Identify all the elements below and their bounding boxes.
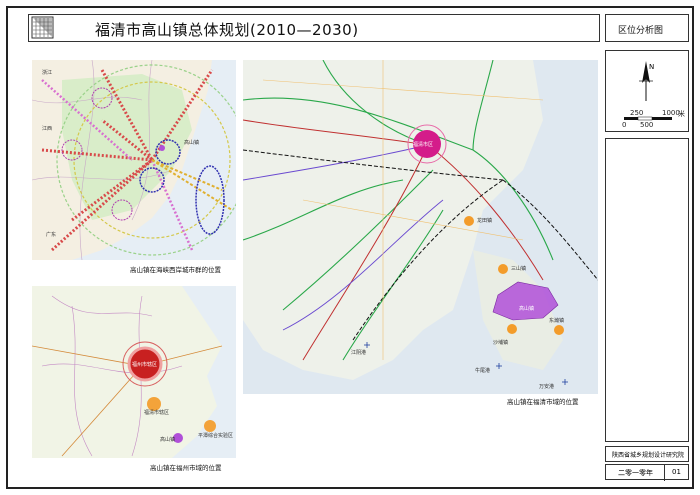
region-label-2: 广东 — [46, 231, 56, 238]
fuqing-city-label: 福清市区 — [413, 141, 433, 148]
fuzhou-target-label: 高山镇 — [160, 436, 175, 443]
legend-cell — [605, 138, 689, 442]
map-fuqing: 福清市区 高山镇 龙田镇 三山镇 沙埔镇 东瀚镇 江阴港 牛尾港 万安港 — [243, 60, 598, 394]
fuzhou-map-graphic: 福州市辖区 福清市辖区 高山镇 平潭综合实验区 — [32, 286, 233, 458]
sheet-title-cell: 区位分析图 — [605, 14, 689, 42]
date-text: 二零一零年 — [618, 469, 653, 477]
caption-map2: 高山镇在福州市域的位置 — [150, 464, 222, 472]
region-label-1: 江西 — [42, 125, 52, 132]
scale-tick-0: 0 — [622, 121, 627, 129]
side-panel: 区位分析图 N 0 250 500 1000 米 陕西省城乡规划设计研究院 二零… — [605, 14, 689, 484]
sheet-number: 01 — [672, 468, 681, 476]
institute-cell: 陕西省城乡规划设计研究院 — [605, 446, 689, 462]
port-label-2: 万安港 — [539, 383, 554, 390]
logo-icon — [31, 16, 54, 39]
port-label-1: 牛尾港 — [475, 367, 490, 374]
fuqing-map-graphic: 福清市区 高山镇 龙田镇 三山镇 沙埔镇 东瀚镇 江阴港 牛尾港 万安港 — [243, 60, 598, 390]
fuqing-label: 福清市辖区 — [144, 409, 169, 416]
date-cell: 二零一零年 01 — [605, 464, 689, 481]
sheet-title: 区位分析图 — [618, 26, 664, 36]
map-fuzhou: 福州市辖区 福清市辖区 高山镇 平潭综合实验区 — [32, 286, 236, 458]
fuzhou-city-label: 福州市辖区 — [132, 361, 157, 368]
scale-tick-250: 250 — [630, 109, 644, 117]
caption-map1: 高山镇在海峡西岸城市群的位置 — [130, 266, 221, 274]
scale-unit: 米 — [678, 110, 685, 118]
port-label-0: 江阴港 — [351, 349, 366, 356]
north-scale-cell: N 0 250 500 1000 米 — [605, 50, 689, 132]
town-label-2: 沙埔镇 — [493, 339, 508, 346]
map-regional: 高山镇 浙江 江西 广东 — [32, 60, 236, 260]
caption-map3: 高山镇在福清市域的位置 — [507, 398, 579, 406]
town-label-0: 龙田镇 — [477, 217, 492, 224]
target-town-label: 高山镇 — [519, 305, 534, 312]
regional-target-label: 高山镇 — [184, 139, 199, 146]
pingtan-label: 平潭综合实验区 — [198, 432, 233, 439]
scale-tick-500: 500 — [640, 121, 654, 129]
town-label-3: 东瀚镇 — [549, 317, 564, 324]
regional-map-graphic: 高山镇 浙江 江西 广东 — [32, 60, 236, 260]
town-label-1: 三山镇 — [511, 265, 526, 272]
page-title: 福清市高山镇总体规划(2010—2030) — [95, 21, 359, 39]
institute-name: 陕西省城乡规划设计研究院 — [612, 452, 685, 459]
region-label-0: 浙江 — [42, 69, 52, 76]
